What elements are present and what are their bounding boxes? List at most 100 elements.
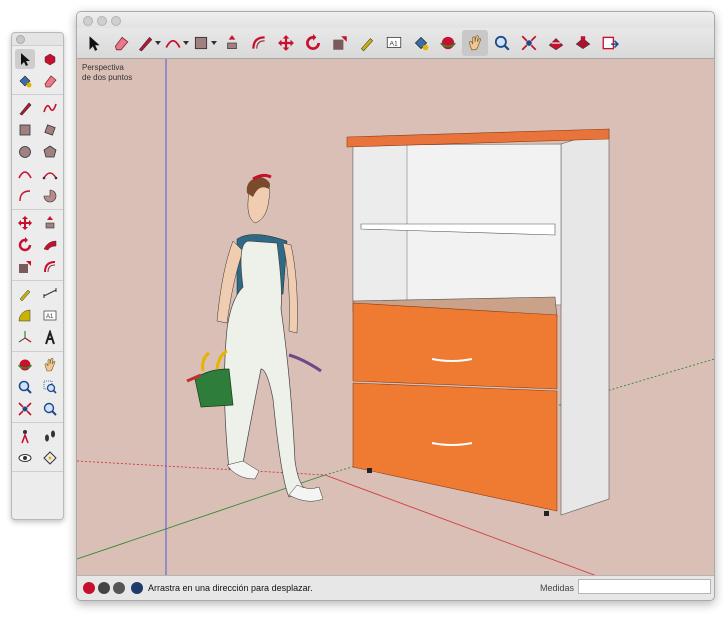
palette-button-move[interactable]: [15, 213, 35, 233]
palette-button-rectangle[interactable]: [15, 120, 35, 140]
palette-button-position-camera[interactable]: [15, 426, 35, 446]
toolbar-button-select[interactable]: [81, 30, 107, 56]
palette-button-zoom[interactable]: [15, 377, 35, 397]
palette-button-zoom-extents[interactable]: [15, 399, 35, 419]
palette-button-pan-hand[interactable]: [40, 355, 60, 375]
palette-row: [12, 48, 63, 70]
arc-icon: [18, 171, 32, 179]
minimize-window-button[interactable]: [97, 16, 107, 26]
toolbar-button-zoom[interactable]: [489, 30, 515, 56]
palette-title-bar[interactable]: [12, 33, 63, 46]
toolbar-button-push-pull[interactable]: [219, 30, 245, 56]
toolbar-button-scale[interactable]: [327, 30, 353, 56]
hand-tools: [288, 353, 322, 373]
palette-button-section-plane[interactable]: [40, 448, 60, 468]
push-pull-icon: [227, 35, 237, 49]
toolbar-button-move[interactable]: [273, 30, 299, 56]
chevron-down-icon[interactable]: [211, 41, 217, 45]
toolbar-button-offset[interactable]: [246, 30, 272, 56]
palette-row: [12, 354, 63, 376]
toolbar-button-eraser[interactable]: [108, 30, 134, 56]
palette-button-rotated-rectangle[interactable]: [40, 120, 60, 140]
palette-button-two-point-arc[interactable]: [40, 164, 60, 184]
zoom-extents-icon: [18, 402, 32, 416]
palette-button-polygon[interactable]: [40, 142, 60, 162]
palette-button-look-around[interactable]: [15, 448, 35, 468]
palette-button-axes[interactable]: [15, 328, 35, 348]
palette-button-walk[interactable]: [40, 426, 60, 446]
palette-button-tape-measure[interactable]: [15, 284, 35, 304]
cabinet-foot: [367, 468, 372, 473]
palette-button-offset[interactable]: [40, 257, 60, 277]
toolbar-button-rotate[interactable]: [300, 30, 326, 56]
palette-button-follow-me[interactable]: [40, 235, 60, 255]
palette-button-orbit[interactable]: [15, 355, 35, 375]
rectangle-icon: [19, 124, 31, 136]
toolbar-button-pencil-line[interactable]: [135, 30, 162, 56]
toolbar-button-extension-warehouse[interactable]: [570, 30, 596, 56]
palette-button-pie[interactable]: [40, 186, 60, 206]
palette-button-eraser[interactable]: [40, 71, 60, 91]
palette-button-three-point-arc[interactable]: [15, 186, 35, 206]
tape-measure-icon: [360, 38, 374, 52]
palette-button-dimension[interactable]: [40, 284, 60, 304]
follow-me-icon: [43, 240, 57, 251]
toolbar-button-text[interactable]: A1: [381, 30, 407, 56]
palette-button-pencil-line[interactable]: [15, 98, 35, 118]
paint-bucket-icon: [19, 75, 32, 88]
palette-button-arc[interactable]: [15, 164, 35, 184]
palette-button-scale[interactable]: [15, 257, 35, 277]
palette-button-protractor[interactable]: [15, 306, 35, 326]
window-title-bar[interactable]: [77, 12, 714, 28]
eraser-icon: [44, 75, 57, 88]
toolbar-button-zoom-extents[interactable]: [516, 30, 542, 56]
palette-row: [12, 141, 63, 163]
toolbar-button-pan-hand[interactable]: [462, 30, 488, 56]
chevron-down-icon[interactable]: [155, 41, 161, 45]
palette-close-button[interactable]: [16, 35, 25, 44]
user-account-icon[interactable]: [113, 582, 125, 594]
toolbar-button-send-to-layout[interactable]: [597, 30, 623, 56]
palette-button-zoom-window[interactable]: [40, 377, 60, 397]
offset-icon: [44, 261, 56, 273]
toolbar-button-tape-measure[interactable]: [354, 30, 380, 56]
section-plane-icon: [43, 451, 57, 465]
warehouse-icon: [548, 38, 564, 51]
palette-button-component[interactable]: [40, 49, 60, 69]
palette-button-push-pull[interactable]: [40, 213, 60, 233]
palette-button-text[interactable]: A1: [40, 306, 60, 326]
toolbar-button-orbit[interactable]: [435, 30, 461, 56]
toolbar-button-arc[interactable]: [163, 30, 190, 56]
toolbar-button-rectangle[interactable]: [191, 30, 218, 56]
component-icon: [45, 53, 56, 66]
freehand-icon: [43, 103, 58, 113]
scale-icon: [18, 261, 31, 273]
measures-input[interactable]: [578, 579, 711, 594]
chevron-down-icon[interactable]: [183, 41, 189, 45]
geo-location-icon[interactable]: [83, 582, 95, 594]
axes-icon: [18, 331, 32, 343]
close-window-button[interactable]: [83, 16, 93, 26]
palette-row: [12, 256, 63, 278]
zoom-window-button[interactable]: [111, 16, 121, 26]
person-left-shoe: [226, 460, 260, 480]
palette-button-freehand[interactable]: [40, 98, 60, 118]
palette-row: [12, 283, 63, 305]
palette-button-rotate[interactable]: [15, 235, 35, 255]
palette-button-previous-view[interactable]: [40, 399, 60, 419]
credits-icon[interactable]: [98, 582, 110, 594]
model-viewport[interactable]: Perspectiva de dos puntos: [77, 59, 714, 576]
toolbar-button-paint-bucket[interactable]: [408, 30, 434, 56]
toolbar-button-warehouse[interactable]: [543, 30, 569, 56]
palette-button-paint-bucket[interactable]: [15, 71, 35, 91]
palette-button-circle[interactable]: [15, 142, 35, 162]
palette-button-3d-text[interactable]: [40, 328, 60, 348]
palette-button-select[interactable]: [14, 49, 35, 69]
palette-row: [12, 163, 63, 185]
person-figure: [186, 173, 324, 502]
extension-warehouse-icon: [575, 36, 591, 49]
zoom-icon: [18, 380, 32, 394]
cabinet-model: [346, 128, 610, 516]
orbit-icon: [17, 359, 32, 371]
palette-row: [12, 398, 63, 420]
